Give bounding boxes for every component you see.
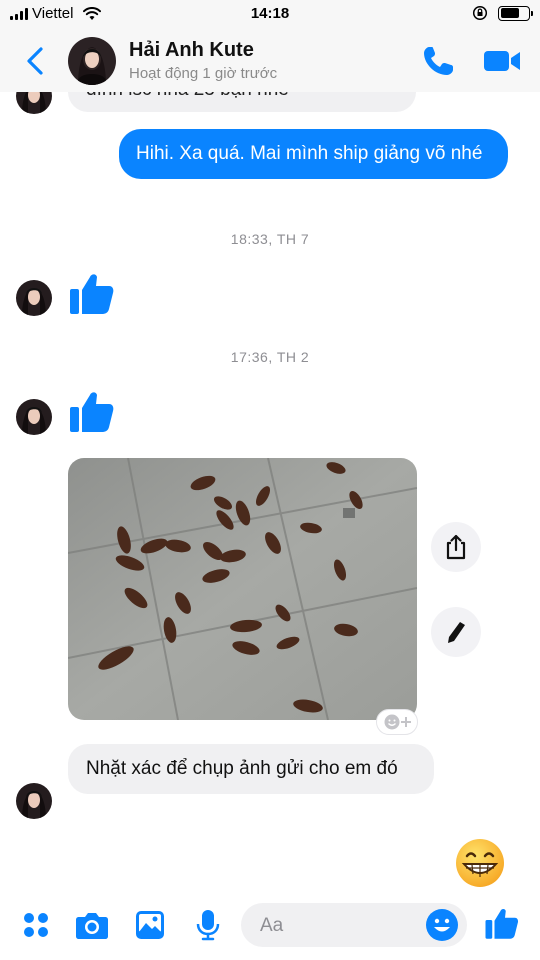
incoming-message[interactable]: Nhặt xác để chụp ảnh gửi cho em đó [68,744,434,794]
send-like-button[interactable] [484,905,520,941]
smiley-icon[interactable] [425,908,459,942]
phone-icon [424,47,453,75]
gallery-button[interactable] [132,907,168,943]
more-actions-button[interactable] [18,907,54,943]
share-button[interactable] [431,522,481,572]
pencil-icon [448,622,465,643]
status-right [472,5,533,21]
message-input-placeholder: Aa [260,915,284,936]
contact-avatar-small[interactable] [16,280,52,316]
back-chevron-icon [27,47,43,75]
outgoing-message[interactable]: Hihi. Xa quá. Mai mình ship giảng võ nhé [119,129,508,179]
clock: 14:18 [250,5,290,22]
add-reaction-icon [384,714,411,730]
thumbs-up-icon[interactable] [68,387,116,435]
camera-button[interactable] [74,907,110,943]
contact-avatar-small[interactable] [16,399,52,435]
outgoing-message-text: Hihi. Xa quá. Mai mình ship giảng võ nhé [136,143,483,164]
timestamp-divider: 17:36, TH 2 [230,349,310,365]
camera-icon [76,913,108,939]
voice-message-button[interactable] [190,907,226,943]
back-button[interactable] [20,43,50,79]
photo-message[interactable] [68,458,417,720]
contact-avatar[interactable] [68,37,116,85]
contact-status: Hoạt động 1 giờ trước [129,65,278,82]
gallery-icon [136,911,164,939]
microphone-icon [196,910,220,941]
thumbs-up-icon [485,909,519,939]
video-camera-icon [484,51,520,71]
status-bar: Viettel 14:18 [0,0,540,30]
conversation-header: Hải Anh Kute Hoạt động 1 giờ trước [0,30,540,92]
incoming-message-text: Nhặt xác để chụp ảnh gửi cho em đó [86,758,398,779]
video-call-button[interactable] [482,46,522,76]
battery-icon [498,5,533,21]
timestamp-divider: 18:33, TH 7 [230,231,310,247]
thumbs-up-icon[interactable] [68,269,116,317]
share-icon [446,534,466,560]
add-reaction-button[interactable] [376,709,418,735]
lock-rotation-icon [472,5,488,21]
edit-button[interactable] [431,607,481,657]
message-input[interactable]: Aa [241,903,467,947]
grin-emoji-icon[interactable] [455,838,505,888]
voice-call-button[interactable] [420,44,456,78]
contact-name[interactable]: Hải Anh Kute [129,39,254,62]
apps-grid-icon [24,913,48,937]
message-composer: Aa [0,893,540,960]
contact-avatar-small[interactable] [16,783,52,819]
